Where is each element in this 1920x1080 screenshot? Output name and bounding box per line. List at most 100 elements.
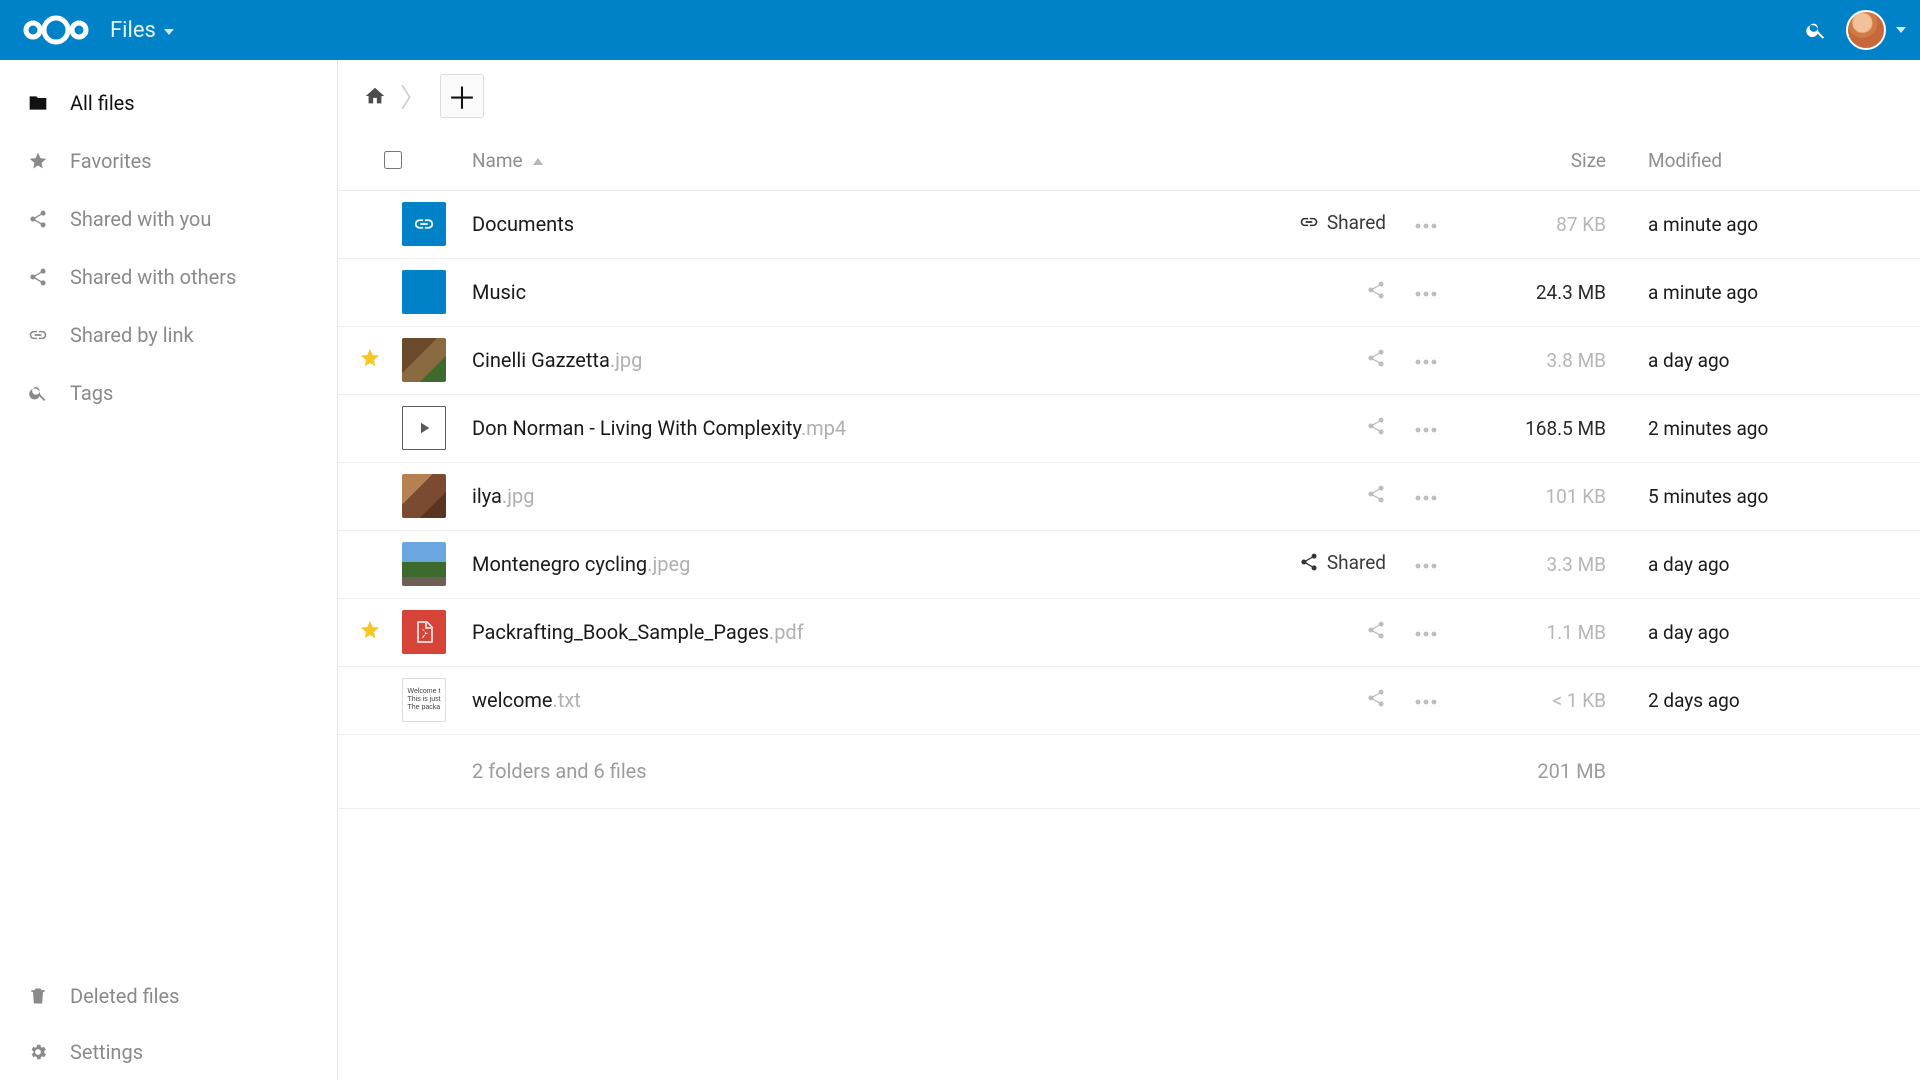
sidebar-item-all-files[interactable]: All files (0, 74, 337, 132)
sidebar-item-deleted-files[interactable]: Deleted files (0, 968, 337, 1024)
sidebar-item-label: Shared with you (70, 207, 211, 231)
table-row[interactable]: Music24.3 MBa minute ago (338, 258, 1920, 326)
more-actions[interactable] (1392, 530, 1460, 598)
file-modified: 2 minutes ago (1640, 394, 1920, 462)
sidebar-item-label: Shared with others (70, 265, 236, 289)
column-header-size[interactable]: Size (1460, 132, 1640, 190)
sidebar-item-label: All files (70, 91, 135, 115)
file-name[interactable]: Don Norman - Living With Complexity.mp4 (472, 394, 1232, 462)
sidebar-item-shared-with-you[interactable]: Shared with you (0, 190, 337, 248)
logo-icon[interactable] (20, 12, 92, 48)
share-icon[interactable] (1366, 280, 1386, 300)
share-cell[interactable] (1232, 394, 1392, 462)
favorite-toggle[interactable] (338, 666, 402, 734)
sidebar-item-shared-with-others[interactable]: Shared with others (0, 248, 337, 306)
more-actions[interactable] (1392, 666, 1460, 734)
top-bar: Files (0, 0, 1920, 60)
more-actions[interactable] (1392, 326, 1460, 394)
share-icon[interactable] (1366, 688, 1386, 708)
sidebar-item-label: Deleted files (70, 984, 179, 1008)
share-icon[interactable] (1366, 348, 1386, 368)
sidebar-item-shared-by-link[interactable]: Shared by link (0, 306, 337, 364)
table-row[interactable]: Cinelli Gazzetta.jpg3.8 MBa day ago (338, 326, 1920, 394)
file-extension: .jpeg (647, 552, 690, 576)
share-cell[interactable]: Shared (1232, 190, 1392, 258)
share-cell[interactable] (1232, 326, 1392, 394)
sidebar-item-favorites[interactable]: Favorites (0, 132, 337, 190)
image-thumbnail (402, 542, 446, 586)
user-menu-caret-icon[interactable] (1896, 27, 1906, 33)
more-actions[interactable] (1392, 462, 1460, 530)
more-actions[interactable] (1392, 394, 1460, 462)
column-header-modified[interactable]: Modified (1640, 132, 1920, 190)
favorite-toggle[interactable] (338, 598, 402, 666)
summary-size: 201 MB (1460, 734, 1640, 808)
file-modified: a day ago (1640, 598, 1920, 666)
new-button[interactable]: ＋ (440, 74, 484, 118)
sidebar-item-label: Settings (70, 1040, 143, 1064)
share-cell[interactable] (1232, 666, 1392, 734)
file-size: 1.1 MB (1460, 598, 1640, 666)
share-icon[interactable] (1366, 620, 1386, 640)
avatar[interactable] (1846, 10, 1886, 50)
file-name[interactable]: ilya.jpg (472, 462, 1232, 530)
file-modified: a day ago (1640, 530, 1920, 598)
favorite-toggle[interactable] (338, 190, 402, 258)
file-name[interactable]: Packrafting_Book_Sample_Pages.pdf (472, 598, 1232, 666)
favorite-toggle[interactable] (338, 462, 402, 530)
file-size: 3.3 MB (1460, 530, 1640, 598)
table-row[interactable]: Montenegro cycling.jpeg Shared 3.3 MBa day… (338, 530, 1920, 598)
share-cell[interactable] (1232, 258, 1392, 326)
sidebar-item-settings[interactable]: Settings (0, 1024, 337, 1080)
file-name[interactable]: Music (472, 258, 1232, 326)
table-row[interactable]: DocumentsShared87 KBa minute ago (338, 190, 1920, 258)
main-area: 〉 ＋ Name Size Modified DocumentsShared87… (338, 60, 1920, 1080)
favorite-toggle[interactable] (338, 530, 402, 598)
column-header-name[interactable]: Name (472, 132, 1232, 190)
favorite-toggle[interactable] (338, 258, 402, 326)
share-icon[interactable] (1366, 484, 1386, 504)
favorite-toggle[interactable] (338, 326, 402, 394)
app-label: Files (110, 18, 156, 43)
video-icon (402, 406, 446, 450)
share-cell[interactable]: Shared (1232, 530, 1392, 598)
summary-row: 2 folders and 6 files 201 MB (338, 734, 1920, 808)
breadcrumb: 〉 ＋ (338, 60, 1920, 132)
file-name[interactable]: Cinelli Gazzetta.jpg (472, 326, 1232, 394)
file-size: 3.8 MB (1460, 326, 1640, 394)
file-size: < 1 KB (1460, 666, 1640, 734)
share-cell[interactable] (1232, 462, 1392, 530)
favorite-toggle[interactable] (338, 394, 402, 462)
sidebar-item-tags[interactable]: Tags (0, 364, 337, 422)
more-actions[interactable] (1392, 190, 1460, 258)
file-modified: 5 minutes ago (1640, 462, 1920, 530)
app-picker[interactable]: Files (110, 18, 174, 43)
file-modified: 2 days ago (1640, 666, 1920, 734)
sidebar-item-label: Shared by link (70, 323, 194, 347)
more-actions[interactable] (1392, 258, 1460, 326)
table-row[interactable]: Packrafting_Book_Sample_Pages.pdf 1.1 MBa… (338, 598, 1920, 666)
pdf-icon (402, 610, 446, 654)
search-button[interactable] (1794, 8, 1838, 52)
breadcrumb-separator-icon: 〉 (400, 78, 426, 115)
select-all-checkbox[interactable] (384, 151, 402, 169)
share-icon[interactable] (1366, 416, 1386, 436)
file-size: 101 KB (1460, 462, 1640, 530)
more-actions[interactable] (1392, 598, 1460, 666)
file-extension: .jpg (502, 484, 535, 508)
sidebar-item-label: Tags (70, 381, 113, 405)
file-name[interactable]: Documents (472, 190, 1232, 258)
file-name[interactable]: welcome.txt (472, 666, 1232, 734)
txt-icon: Welcome tThis is justThe packa (402, 678, 446, 722)
home-icon[interactable] (364, 85, 386, 107)
sidebar: All files Favorites Shared with you Shar… (0, 60, 338, 1080)
summary-text: 2 folders and 6 files (472, 734, 1232, 808)
sort-asc-icon (533, 158, 543, 165)
file-name[interactable]: Montenegro cycling.jpeg (472, 530, 1232, 598)
table-row[interactable]: ilya.jpg 101 KB5 minutes ago (338, 462, 1920, 530)
table-row[interactable]: Welcome tThis is justThe packa welcome.tx… (338, 666, 1920, 734)
table-row[interactable]: Don Norman - Living With Complexity.mp41… (338, 394, 1920, 462)
shared-label: Shared (1327, 551, 1386, 574)
share-cell[interactable] (1232, 598, 1392, 666)
image-thumbnail (402, 338, 446, 382)
